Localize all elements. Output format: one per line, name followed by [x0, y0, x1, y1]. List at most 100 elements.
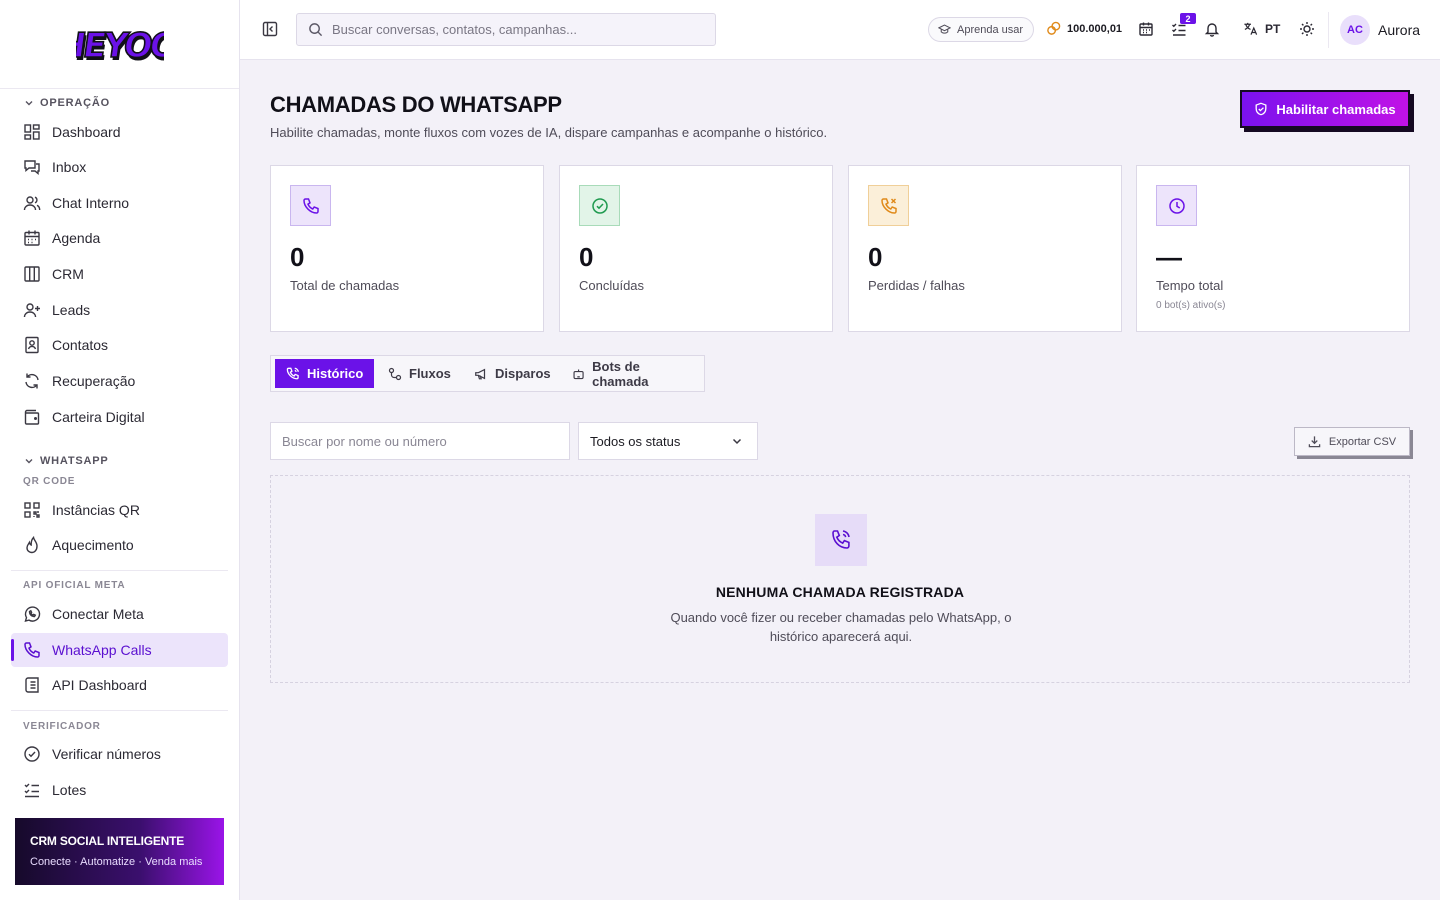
- global-search[interactable]: [296, 13, 716, 46]
- status-filter-select[interactable]: Todos os status: [578, 422, 758, 460]
- stat-card-tempo-total: — Tempo total 0 bot(s) ativo(s): [1136, 165, 1410, 332]
- section-operacao[interactable]: OPERAÇÃO: [24, 97, 110, 109]
- page-title: CHAMADAS DO WHATSAPP: [270, 92, 562, 117]
- sidebar-item-crm[interactable]: CRM: [11, 257, 228, 291]
- section-whatsapp[interactable]: WHATSAPP: [24, 455, 109, 467]
- bell-icon[interactable]: [1204, 21, 1220, 37]
- sidebar: HEYOO HEYOO OPERAÇÃO Dashboard Inbox Cha…: [0, 0, 240, 900]
- user-name[interactable]: Aurora: [1378, 22, 1420, 38]
- subsection-qr-code: QR CODE: [23, 476, 76, 487]
- sidebar-toggle-icon[interactable]: [262, 21, 278, 37]
- sidebar-item-agenda[interactable]: Agenda: [11, 221, 228, 255]
- empty-state-title: NENHUMA CHAMADA REGISTRADA: [715, 584, 965, 600]
- coins-icon: [1047, 21, 1061, 35]
- page-subtitle: Habilite chamadas, monte fluxos com voze…: [270, 125, 828, 140]
- sidebar-item-leads[interactable]: Leads: [11, 293, 228, 327]
- heyoo-logo[interactable]: HEYOO HEYOO: [76, 22, 164, 68]
- check-circle-icon: [591, 197, 608, 214]
- sidebar-item-inbox[interactable]: Inbox: [11, 150, 228, 184]
- phone-call-icon: [286, 367, 299, 379]
- translate-icon: [1244, 22, 1258, 35]
- wallet-icon: [24, 409, 40, 425]
- sidebar-item-carteira-digital[interactable]: Carteira Digital: [11, 400, 228, 434]
- empty-state-message: Quando você fizer ou receber chamadas pe…: [670, 610, 1012, 644]
- sidebar-item-chat-interno[interactable]: Chat Interno: [11, 186, 228, 220]
- divider: [1328, 12, 1329, 48]
- stat-icon-box: [1156, 185, 1197, 226]
- export-csv-button[interactable]: Exportar CSV: [1294, 427, 1410, 456]
- call-search-input[interactable]: [270, 422, 570, 460]
- whatsapp-icon: [24, 606, 41, 622]
- sidebar-item-instancias-qr[interactable]: Instâncias QR: [11, 493, 228, 527]
- credits-balance[interactable]: 100.000,01: [1046, 21, 1122, 36]
- learn-button[interactable]: Aprenda usar: [928, 17, 1035, 42]
- tab-bots-de-chamada[interactable]: Bots de chamada: [561, 359, 704, 389]
- phone-call-icon: [832, 530, 850, 549]
- check-circle-icon: [24, 746, 40, 762]
- logo-area: HEYOO HEYOO: [0, 0, 239, 89]
- tab-historico[interactable]: Histórico: [275, 359, 375, 388]
- chevron-down-icon: [25, 101, 33, 106]
- stat-value: —: [1156, 242, 1182, 272]
- stat-card-concluidas: 0 Concluídas: [559, 165, 833, 332]
- sidebar-item-api-dashboard[interactable]: API Dashboard: [11, 668, 228, 702]
- stat-label: Perdidas / falhas: [868, 278, 965, 293]
- user-plus-icon: [23, 303, 40, 318]
- svg-text:HEYOO: HEYOO: [76, 26, 164, 66]
- sidebar-nav: OPERAÇÃO Dashboard Inbox Chat Interno Ag…: [0, 90, 239, 802]
- stat-value: 0: [579, 242, 594, 272]
- sidebar-item-recuperacao[interactable]: Recuperação: [11, 364, 228, 398]
- bot-icon: [573, 368, 584, 379]
- sun-icon[interactable]: [1299, 21, 1315, 37]
- divider: [11, 710, 228, 711]
- calendar-icon[interactable]: [1138, 21, 1154, 37]
- chevron-down-icon: [25, 459, 33, 464]
- chat-bubbles-icon: [24, 160, 40, 175]
- stat-label: Concluídas: [579, 278, 645, 293]
- refresh-icon: [25, 373, 39, 389]
- qr-code-icon: [24, 502, 40, 518]
- sidebar-item-verificar-numeros[interactable]: Verificar números: [11, 737, 228, 771]
- contact-book-icon: [25, 336, 39, 354]
- graduation-cap-icon: [938, 24, 951, 34]
- stat-value: 0: [290, 242, 305, 272]
- stat-icon-box: [579, 185, 620, 226]
- phone-icon: [302, 197, 319, 214]
- enable-calls-button[interactable]: Habilitar chamadas: [1240, 90, 1410, 128]
- stat-icon-box: [868, 185, 909, 226]
- empty-state-icon-box: [815, 514, 867, 566]
- subsection-api-oficial-meta: API OFICIAL META: [23, 580, 126, 591]
- avatar[interactable]: AC: [1340, 15, 1370, 45]
- clock-icon: [1168, 197, 1185, 214]
- sidebar-item-aquecimento[interactable]: Aquecimento: [11, 528, 228, 562]
- kanban-icon: [24, 266, 40, 282]
- flow-icon: [388, 367, 402, 380]
- language-switcher[interactable]: PT: [1243, 21, 1280, 36]
- global-search-input[interactable]: [332, 22, 692, 37]
- stat-label: Total de chamadas: [290, 278, 400, 293]
- sidebar-item-conectar-meta[interactable]: Conectar Meta: [11, 597, 228, 631]
- flame-icon: [26, 536, 38, 554]
- stat-extra: 0 bot(s) ativo(s): [1156, 300, 1226, 311]
- sidebar-item-whatsapp-calls[interactable]: WhatsApp Calls: [11, 633, 228, 667]
- promo-banner[interactable]: CRM SOCIAL INTELIGENTE Conecte · Automat…: [15, 818, 224, 885]
- calendar-icon: [24, 230, 40, 246]
- stat-card-total: 0 Total de chamadas: [270, 165, 544, 332]
- dashboard-icon: [24, 124, 40, 140]
- tab-fluxos[interactable]: Fluxos: [377, 359, 462, 388]
- chevron-down-icon: [732, 438, 742, 445]
- document-list-icon: [25, 677, 39, 693]
- empty-state: NENHUMA CHAMADA REGISTRADA Quando você f…: [270, 475, 1410, 683]
- phone-missed-icon: [880, 197, 897, 214]
- subsection-verificador: VERIFICADOR: [23, 721, 101, 732]
- sidebar-item-lotes[interactable]: Lotes: [11, 773, 228, 802]
- stat-label: Tempo total: [1156, 278, 1224, 293]
- sidebar-item-dashboard[interactable]: Dashboard: [11, 115, 228, 149]
- tab-disparos[interactable]: Disparos: [463, 359, 562, 388]
- stat-icon-box: [290, 185, 331, 226]
- users-icon: [23, 196, 41, 211]
- sidebar-item-contatos[interactable]: Contatos: [11, 328, 228, 362]
- shield-check-icon: [1255, 102, 1267, 116]
- tasks-badge: 2: [1180, 13, 1196, 24]
- checklist-icon: [24, 783, 39, 798]
